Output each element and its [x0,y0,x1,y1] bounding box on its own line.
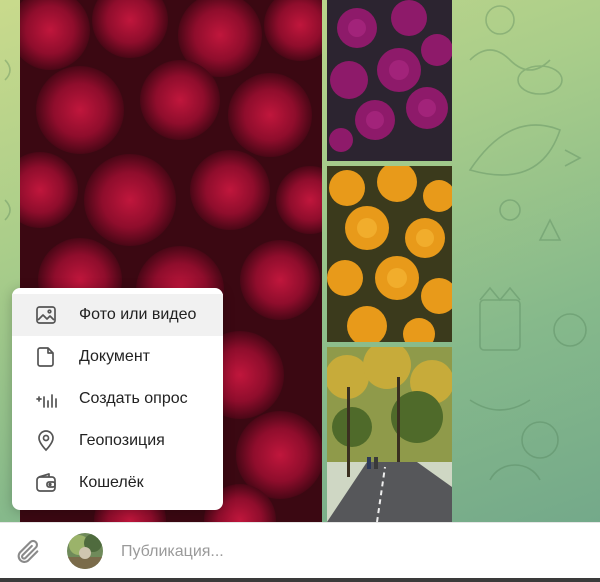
menu-item-photo-video[interactable]: Фото или видео [12,294,223,336]
message-input[interactable] [119,539,563,565]
photo-park-path[interactable] [327,347,452,522]
poll-icon [34,387,58,411]
menu-item-wallet[interactable]: Кошелёк [12,462,223,504]
menu-item-poll[interactable]: Создать опрос [12,378,223,420]
menu-item-label: Документ [79,348,150,365]
avatar[interactable] [67,533,103,569]
menu-item-location[interactable]: Геопозиция [12,420,223,462]
message-composer [0,522,600,579]
attach-icon[interactable] [14,538,42,566]
menu-item-label: Фото или видео [79,306,197,323]
menu-item-label: Создать опрос [79,390,188,407]
attach-menu: Фото или видео Документ Создать опрос Ге… [12,288,223,510]
menu-item-label: Кошелёк [79,474,144,491]
bottom-divider [0,578,600,582]
menu-item-document[interactable]: Документ [12,336,223,378]
photo-orange-chrysanthemums[interactable] [327,166,452,342]
photo-purple-chrysanthemums[interactable] [327,0,452,161]
document-icon [34,345,58,369]
location-icon [34,429,58,453]
menu-item-label: Геопозиция [79,432,165,449]
wallet-icon [34,471,58,495]
image-icon [34,303,58,327]
